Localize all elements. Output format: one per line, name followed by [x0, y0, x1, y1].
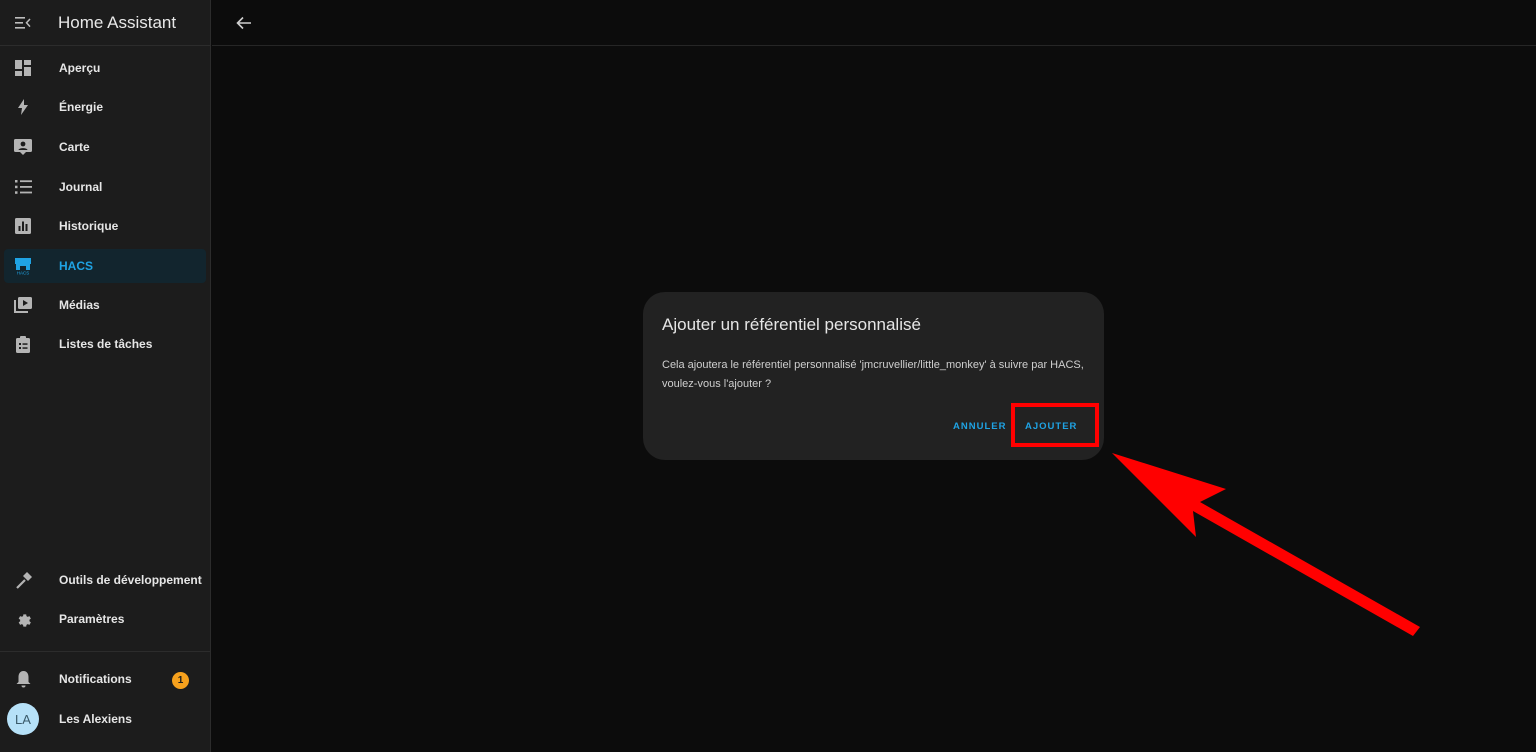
annotation-arrow-icon — [1112, 453, 1420, 636]
